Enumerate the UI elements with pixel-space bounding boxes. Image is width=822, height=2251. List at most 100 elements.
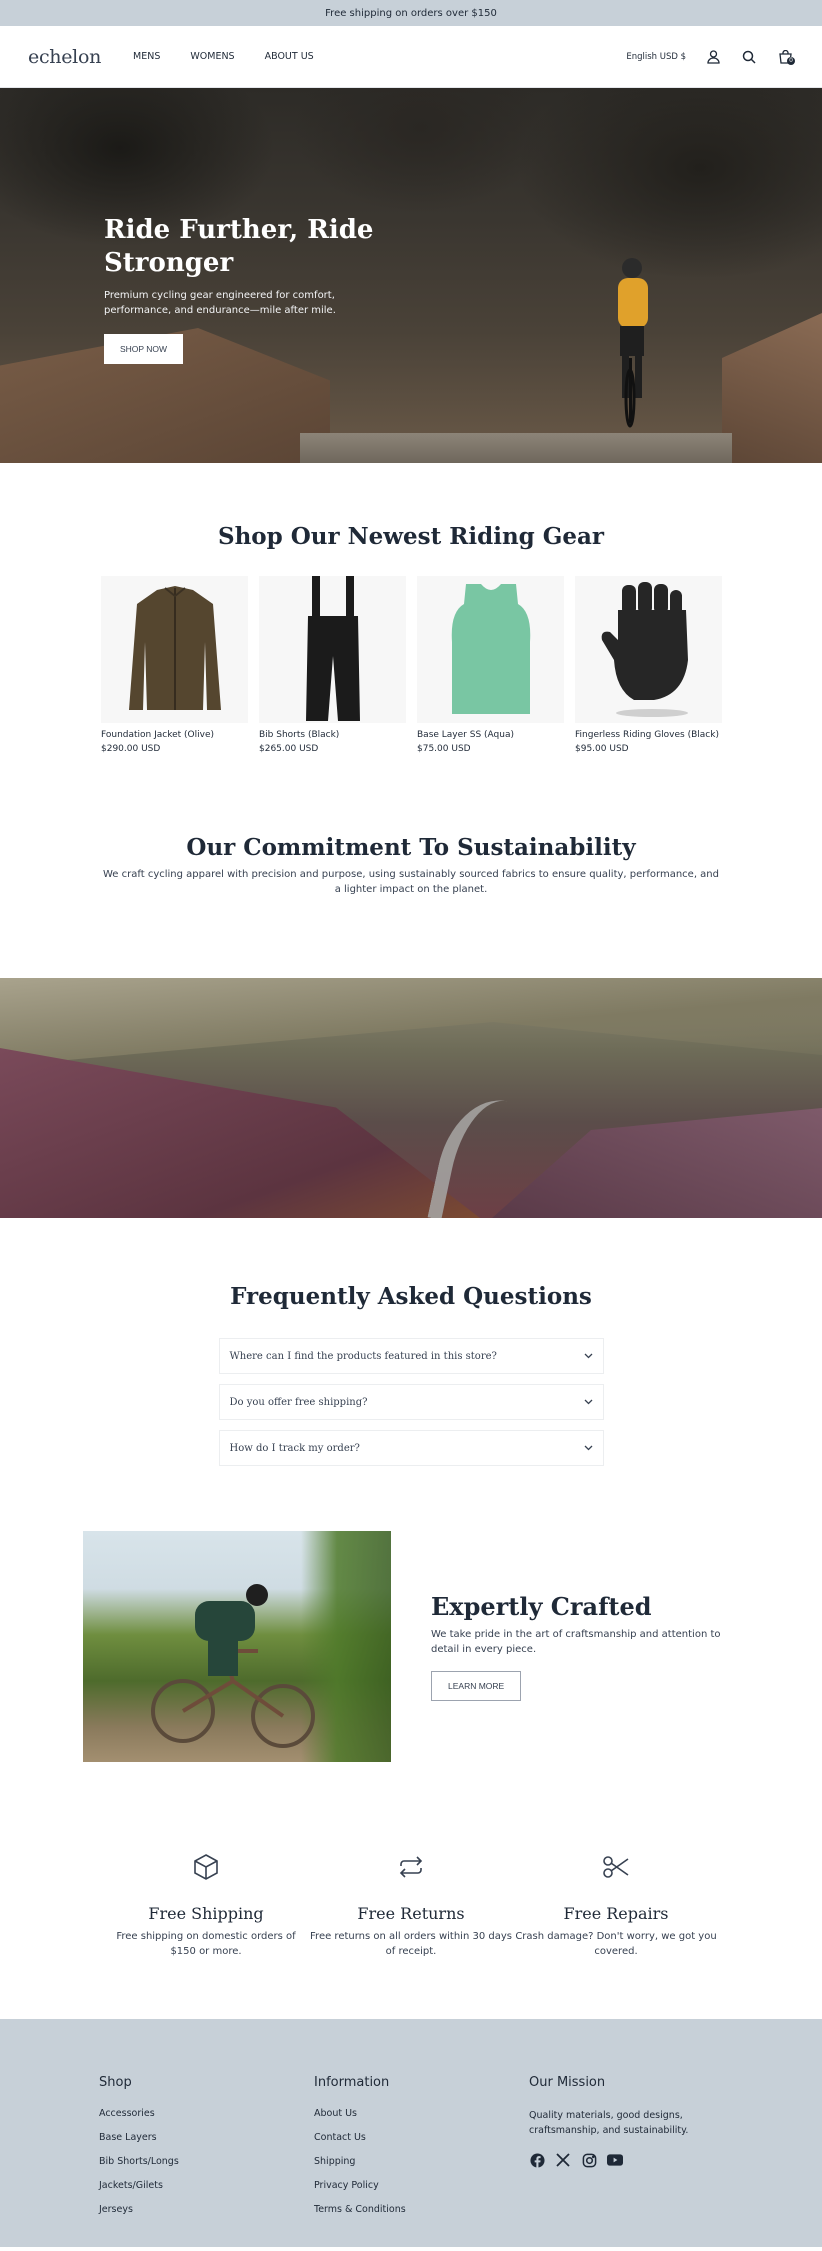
faq-list: Where can I find the products featured i… bbox=[218, 1338, 604, 1466]
footer-mission-text: Quality materials, good designs, craftsm… bbox=[529, 2110, 689, 2136]
sustainability-section: Our Commitment To Sustainability We craf… bbox=[0, 754, 822, 897]
footer-link-shipping[interactable]: Shipping bbox=[314, 2156, 529, 2167]
learn-more-button[interactable]: LEARN MORE bbox=[431, 1671, 522, 1701]
faq-question[interactable]: Do you offer free shipping? bbox=[230, 1397, 368, 1408]
main-nav: MENS WOMENS ABOUT US bbox=[133, 51, 314, 62]
instagram-icon[interactable] bbox=[581, 2152, 597, 2168]
product-name[interactable]: Fingerless Riding Gloves (Black) bbox=[575, 730, 722, 740]
product-price: $75.00 USD bbox=[417, 744, 471, 754]
nav-mens[interactable]: MENS bbox=[133, 51, 160, 62]
hero-title: Ride Further, Ride Stronger bbox=[104, 215, 374, 278]
crafted-content: Expertly Crafted We take pride in the ar… bbox=[431, 1592, 731, 1701]
faq-title: Frequently Asked Questions bbox=[230, 1283, 592, 1310]
chevron-down-icon[interactable] bbox=[584, 1397, 593, 1408]
logo[interactable]: echelon bbox=[28, 46, 101, 68]
hero-content: Ride Further, Ride Stronger Premium cycl… bbox=[104, 214, 404, 364]
footer-shop-column: Shop Accessories Base Layers Bib Shorts/… bbox=[99, 2075, 314, 2247]
products-section-title: Shop Our Newest Riding Gear bbox=[217, 523, 605, 550]
product-image[interactable] bbox=[575, 576, 722, 723]
shop-now-button[interactable]: SHOP NOW bbox=[104, 334, 184, 364]
product-image[interactable] bbox=[101, 576, 248, 723]
feature-text: Free returns on all orders within 30 day… bbox=[310, 1931, 512, 1957]
faq-item-tracking[interactable]: How do I track my order? bbox=[218, 1430, 604, 1466]
faq-item-shipping[interactable]: Do you offer free shipping? bbox=[218, 1384, 604, 1420]
hero-subtitle: Premium cycling gear engineered for comf… bbox=[104, 290, 336, 316]
product-image[interactable] bbox=[259, 576, 406, 723]
product-name[interactable]: Bib Shorts (Black) bbox=[259, 730, 406, 740]
product-image[interactable] bbox=[417, 576, 564, 723]
product-card-foundation-jacket[interactable]: Foundation Jacket (Olive) $290.00 USD bbox=[101, 576, 248, 754]
footer-info-title: Information bbox=[314, 2075, 390, 2090]
footer-shop-title: Shop bbox=[99, 2075, 132, 2090]
scissors-icon bbox=[514, 1852, 719, 1882]
site-footer: Shop Accessories Base Layers Bib Shorts/… bbox=[0, 2019, 822, 2247]
youtube-icon[interactable] bbox=[607, 2152, 623, 2168]
footer-link-jerseys[interactable]: Jerseys bbox=[99, 2204, 314, 2215]
sustainability-title: Our Commitment To Sustainability bbox=[186, 834, 636, 861]
hero-road bbox=[300, 433, 732, 463]
landscape-heather-right bbox=[492, 1108, 822, 1218]
announcement-bar: Free shipping on orders over $150 bbox=[0, 0, 822, 26]
faq-item-products[interactable]: Where can I find the products featured i… bbox=[218, 1338, 604, 1374]
announcement-text: Free shipping on orders over $150 bbox=[325, 7, 497, 19]
footer-link-privacy[interactable]: Privacy Policy bbox=[314, 2180, 529, 2191]
cyclist-field-image bbox=[83, 1531, 391, 1762]
footer-info-column: Information About Us Contact Us Shipping… bbox=[314, 2075, 529, 2247]
footer-link-contact-us[interactable]: Contact Us bbox=[314, 2132, 529, 2143]
chevron-down-icon[interactable] bbox=[584, 1443, 593, 1454]
repeat-icon bbox=[309, 1852, 514, 1882]
feature-free-shipping: Free Shipping Free shipping on domestic … bbox=[104, 1852, 309, 1959]
x-icon[interactable] bbox=[555, 2152, 571, 2168]
product-card-fingerless-gloves[interactable]: Fingerless Riding Gloves (Black) $95.00 … bbox=[575, 576, 722, 754]
footer-link-about-us[interactable]: About Us bbox=[314, 2108, 529, 2119]
product-grid: Foundation Jacket (Olive) $290.00 USD Bi… bbox=[101, 576, 722, 754]
footer-mission-title: Our Mission bbox=[529, 2075, 606, 2090]
product-card-bib-shorts[interactable]: Bib Shorts (Black) $265.00 USD bbox=[259, 576, 406, 754]
cart-icon[interactable]: 0 bbox=[776, 48, 795, 66]
hero-cyclist-image bbox=[618, 258, 648, 428]
footer-link-accessories[interactable]: Accessories bbox=[99, 2108, 314, 2119]
header-actions: English USD $ 0 bbox=[626, 48, 795, 66]
product-price: $265.00 USD bbox=[259, 744, 319, 754]
crafted-text: We take pride in the art of craftsmanshi… bbox=[431, 1629, 721, 1655]
social-links bbox=[529, 2152, 744, 2168]
box-icon bbox=[104, 1852, 309, 1882]
footer-link-terms[interactable]: Terms & Conditions bbox=[314, 2204, 529, 2215]
feature-text: Free shipping on domestic orders of $150… bbox=[116, 1931, 296, 1957]
product-name[interactable]: Base Layer SS (Aqua) bbox=[417, 730, 564, 740]
product-price: $95.00 USD bbox=[575, 744, 629, 754]
feature-title: Free Repairs bbox=[563, 1904, 669, 1923]
feature-text: Crash damage? Don't worry, we got you co… bbox=[515, 1931, 717, 1957]
locale-selector[interactable]: English USD $ bbox=[626, 52, 686, 62]
newest-gear-section: Shop Our Newest Riding Gear Foundation J… bbox=[0, 463, 822, 754]
hero-banner: Ride Further, Ride Stronger Premium cycl… bbox=[0, 88, 822, 463]
nav-womens[interactable]: WOMENS bbox=[190, 51, 234, 62]
feature-free-returns: Free Returns Free returns on all orders … bbox=[309, 1852, 514, 1959]
sustainability-text: We craft cycling apparel with precision … bbox=[103, 869, 719, 895]
footer-link-jackets[interactable]: Jackets/Gilets bbox=[99, 2180, 314, 2191]
feature-free-repairs: Free Repairs Crash damage? Don't worry, … bbox=[514, 1852, 719, 1959]
facebook-icon[interactable] bbox=[529, 2152, 545, 2168]
cart-count-badge: 0 bbox=[787, 56, 795, 65]
faq-question[interactable]: Where can I find the products featured i… bbox=[230, 1351, 497, 1362]
account-icon[interactable] bbox=[704, 48, 722, 66]
landscape-heather-left bbox=[0, 1048, 480, 1218]
features-section: Free Shipping Free shipping on domestic … bbox=[0, 1852, 822, 1959]
product-card-base-layer[interactable]: Base Layer SS (Aqua) $75.00 USD bbox=[417, 576, 564, 754]
faq-section: Frequently Asked Questions Where can I f… bbox=[0, 1218, 822, 1466]
landscape-image bbox=[0, 978, 822, 1218]
footer-link-base-layers[interactable]: Base Layers bbox=[99, 2132, 314, 2143]
feature-title: Free Returns bbox=[357, 1904, 465, 1923]
site-header: echelon MENS WOMENS ABOUT US English USD… bbox=[0, 26, 822, 88]
faq-question[interactable]: How do I track my order? bbox=[230, 1443, 360, 1454]
search-icon[interactable] bbox=[740, 48, 758, 66]
expertly-crafted-section: Expertly Crafted We take pride in the ar… bbox=[0, 1476, 822, 1762]
feature-title: Free Shipping bbox=[148, 1904, 264, 1923]
product-price: $290.00 USD bbox=[101, 744, 161, 754]
footer-mission-column: Our Mission Quality materials, good desi… bbox=[529, 2075, 744, 2247]
product-name[interactable]: Foundation Jacket (Olive) bbox=[101, 730, 248, 740]
crafted-title: Expertly Crafted bbox=[431, 1592, 652, 1621]
chevron-down-icon[interactable] bbox=[584, 1351, 593, 1362]
footer-link-bib-shorts[interactable]: Bib Shorts/Longs bbox=[99, 2156, 314, 2167]
nav-about-us[interactable]: ABOUT US bbox=[265, 51, 314, 62]
